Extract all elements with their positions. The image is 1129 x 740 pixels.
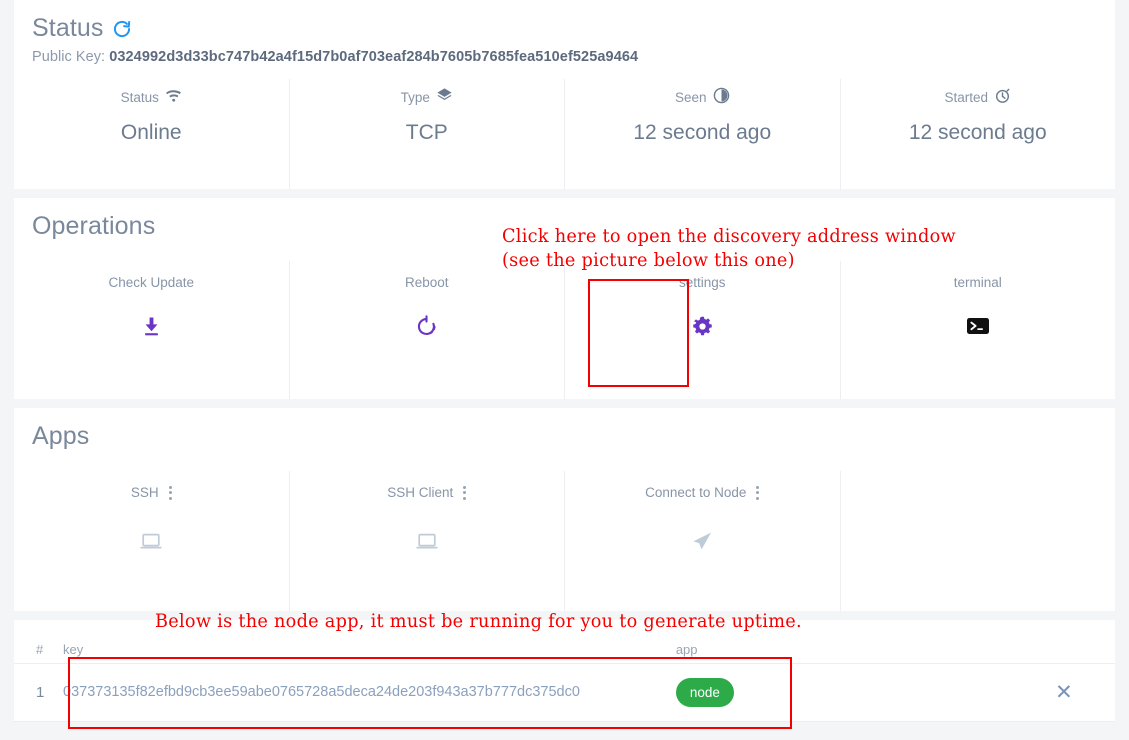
node-key: 037373135f82efbd9cb3ee59abe0765728a5deca… — [63, 683, 580, 700]
table-body: 1 037373135f82efbd9cb3ee59abe0765728a5de… — [14, 663, 1115, 722]
column-header-actions — [1013, 620, 1115, 664]
gear-icon[interactable] — [691, 313, 714, 339]
column-header-app: app — [675, 642, 698, 657]
seen-value: 12 second ago — [633, 121, 772, 144]
started-cell-label: Started — [944, 87, 1011, 107]
laptop-icon[interactable] — [139, 528, 163, 554]
status-value: Online — [120, 121, 182, 144]
column-header-num: # — [36, 642, 44, 657]
operation-reboot[interactable]: Reboot — [290, 261, 565, 399]
type-cell-label: Type — [401, 87, 453, 107]
status-stat-grid: Status Online Type TCP Seen 12 second ag… — [14, 79, 1115, 189]
status-title-row: Status — [14, 0, 1115, 43]
row-actions-cell: ✕ — [1012, 663, 1115, 722]
page-title: Status — [32, 14, 104, 42]
terminal-icon[interactable] — [966, 313, 990, 339]
type-label-text: Type — [400, 89, 430, 105]
row-app-cell: node — [675, 663, 1013, 722]
operation-label: terminal — [953, 275, 1002, 290]
restart-icon[interactable] — [415, 313, 438, 339]
app-connect-to-node[interactable]: Connect to Node — [565, 471, 841, 611]
operation-settings[interactable]: settings — [565, 261, 841, 399]
operations-title: Operations — [32, 212, 156, 240]
apps-title: Apps — [32, 422, 90, 450]
type-value: TCP — [405, 121, 448, 144]
seen-cell-label: Seen — [675, 87, 730, 107]
node-apps-table: # key app 1 037373135f82efbd9cb3ee59abe0… — [14, 620, 1115, 722]
wifi-icon — [165, 87, 182, 107]
public-key-label: Public Key: — [32, 49, 106, 65]
laptop-icon[interactable] — [415, 528, 439, 554]
status-cell-seen: Seen 12 second ago — [565, 79, 841, 189]
table-header-row: # key app — [14, 620, 1115, 664]
kebab-menu-icon[interactable] — [756, 485, 760, 500]
node-apps-table-card: # key app 1 037373135f82efbd9cb3ee59abe0… — [14, 620, 1115, 722]
paper-plane-icon[interactable] — [690, 528, 714, 554]
row-num-cell: 1 — [14, 663, 64, 722]
column-header-key: key — [63, 642, 84, 657]
row-index: 1 — [36, 684, 45, 701]
close-icon[interactable]: ✕ — [1055, 681, 1073, 704]
public-key-line: Public Key: 0324992d3d33bc747b42a4f15d7b… — [14, 43, 1115, 65]
status-cell-label: Status — [121, 87, 182, 107]
row-key-cell: 037373135f82efbd9cb3ee59abe0765728a5deca… — [63, 663, 676, 722]
started-value: 12 second ago — [908, 121, 1047, 144]
status-card: Status Public Key: 0324992d3d33bc747b42a… — [14, 0, 1115, 189]
app-empty-slot — [841, 471, 1116, 611]
app-ssh[interactable]: SSH — [14, 471, 290, 611]
app-label: Connect to Node — [645, 485, 747, 500]
refresh-icon[interactable] — [112, 19, 132, 39]
status-cell-started: Started 12 second ago — [841, 79, 1116, 189]
seen-label-text: Seen — [674, 89, 707, 105]
app-label: SSH Client — [387, 485, 454, 500]
started-label-text: Started — [944, 89, 989, 105]
app-header: SSH Client — [387, 485, 467, 500]
download-icon[interactable] — [140, 313, 163, 339]
operations-grid: Check Update Reboot settings terminal — [14, 261, 1115, 399]
operation-terminal[interactable]: terminal — [841, 261, 1116, 399]
app-header: Connect to Node — [645, 485, 760, 500]
status-label-text: Status — [120, 89, 159, 105]
table-row: 1 037373135f82efbd9cb3ee59abe0765728a5de… — [14, 663, 1115, 722]
kebab-menu-icon[interactable] — [463, 485, 467, 500]
table-head: # key app — [14, 620, 1115, 664]
apps-card: Apps SSH SSH Client Connect to Node — [14, 408, 1115, 611]
clock-icon — [713, 87, 730, 107]
operations-card: Operations Check Update Reboot settings … — [14, 198, 1115, 399]
kebab-menu-icon[interactable] — [168, 485, 172, 500]
status-badge: node — [675, 678, 734, 707]
app-label: SSH — [130, 485, 159, 500]
app-header: SSH — [131, 485, 172, 500]
stopwatch-icon — [994, 87, 1011, 107]
status-cell-status: Status Online — [14, 79, 290, 189]
app-ssh-client[interactable]: SSH Client — [290, 471, 565, 611]
operations-title-row: Operations — [14, 198, 1115, 241]
node-status-page: Status Public Key: 0324992d3d33bc747b42a… — [0, 0, 1129, 740]
apps-grid: SSH SSH Client Connect to Node — [14, 471, 1115, 611]
apps-title-row: Apps — [14, 408, 1115, 451]
operation-label: settings — [678, 275, 726, 290]
layers-icon — [436, 87, 453, 107]
operation-check-update[interactable]: Check Update — [14, 261, 290, 399]
status-cell-type: Type TCP — [290, 79, 565, 189]
operation-label: Reboot — [404, 275, 449, 290]
public-key-value: 0324992d3d33bc747b42a4f15d7b0af703eaf284… — [109, 49, 639, 65]
operation-label: Check Update — [108, 275, 195, 290]
